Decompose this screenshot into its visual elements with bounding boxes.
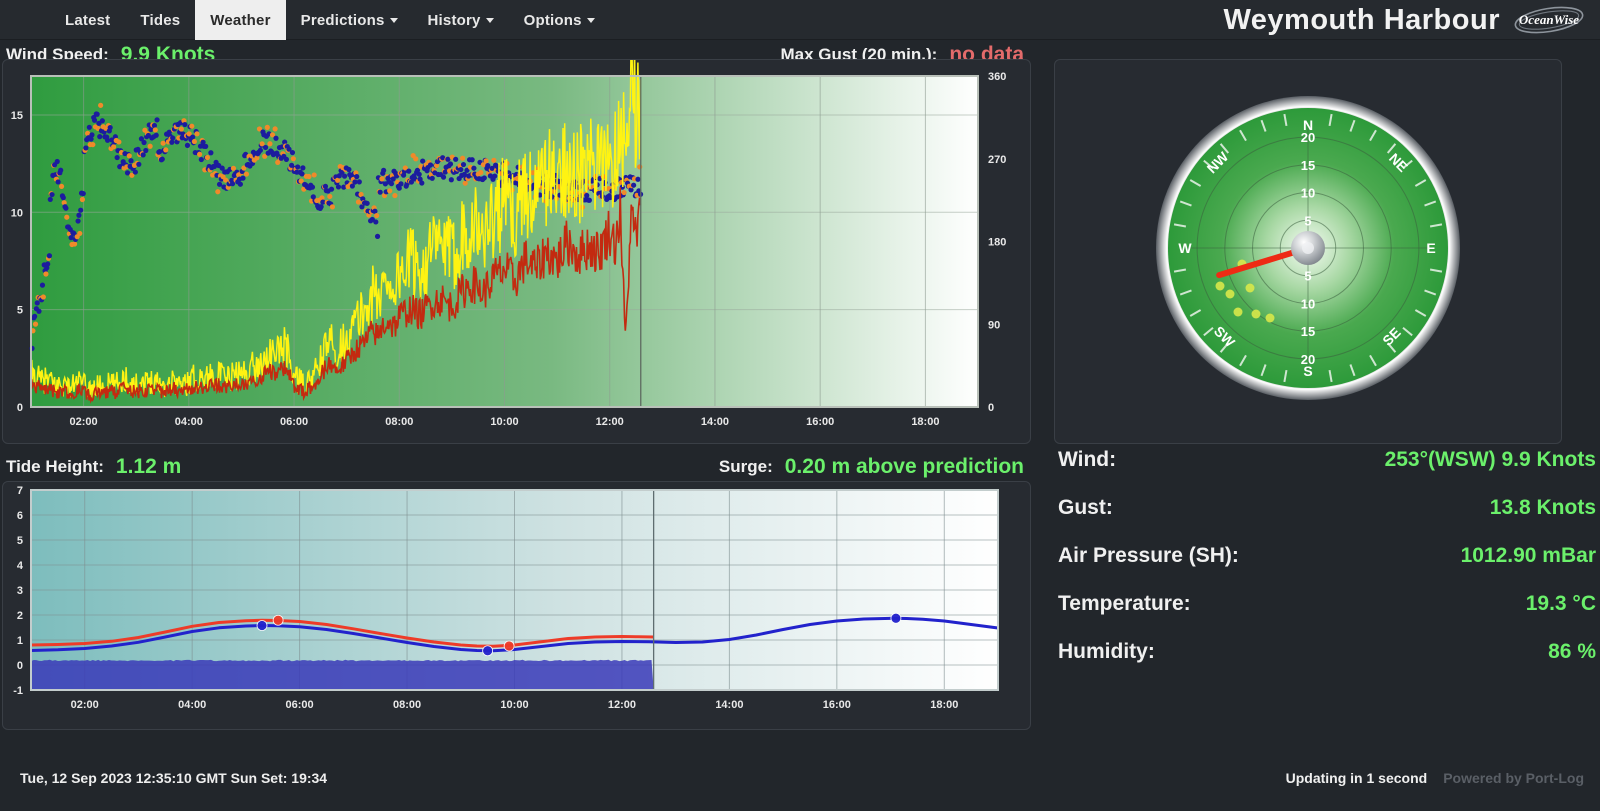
- nav-item-predictions[interactable]: Predictions: [286, 0, 413, 40]
- readout-label: Humidity:: [1058, 640, 1155, 664]
- svg-text:14:00: 14:00: [701, 416, 729, 428]
- readout-value: 253°(WSW) 9.9 Knots: [1385, 448, 1596, 472]
- svg-text:0: 0: [988, 402, 994, 414]
- svg-text:15: 15: [11, 110, 23, 122]
- svg-text:360: 360: [988, 71, 1006, 83]
- svg-text:15: 15: [1301, 324, 1315, 339]
- svg-text:02:00: 02:00: [70, 416, 98, 428]
- svg-text:16:00: 16:00: [823, 699, 851, 711]
- readout-row-wind: Wind: 253°(WSW) 9.9 Knots: [1054, 448, 1600, 496]
- svg-text:18:00: 18:00: [930, 699, 958, 711]
- readout-row-gust: Gust: 13.8 Knots: [1054, 496, 1600, 544]
- nav-item-weather[interactable]: Weather: [195, 0, 285, 40]
- weather-readout-list: Wind: 253°(WSW) 9.9 Knots Gust: 13.8 Kno…: [1054, 448, 1600, 688]
- surge-label: Surge:: [719, 457, 773, 477]
- nav-item-label: History: [428, 12, 481, 29]
- svg-text:04:00: 04:00: [178, 699, 206, 711]
- nav-item-history[interactable]: History: [413, 0, 509, 40]
- svg-text:10: 10: [11, 207, 23, 219]
- readout-row-temperature: Temperature: 19.3 °C: [1054, 592, 1600, 640]
- surge-group: Surge: 0.20 m above prediction: [719, 450, 1024, 483]
- svg-text:10: 10: [1301, 296, 1315, 311]
- svg-text:5: 5: [17, 535, 23, 547]
- svg-text:18:00: 18:00: [911, 416, 939, 428]
- svg-text:5: 5: [17, 305, 23, 317]
- svg-text:2: 2: [17, 610, 23, 622]
- svg-text:08:00: 08:00: [393, 699, 421, 711]
- footer-datetime: Tue, 12 Sep 2023 12:35:10 GMT Sun Set: 1…: [20, 770, 327, 786]
- nav-item-latest[interactable]: Latest: [50, 0, 125, 40]
- svg-text:90: 90: [988, 319, 1000, 331]
- tide-height-header: Tide Height: 1.12 m Surge: 0.20 m above …: [0, 450, 1030, 483]
- footer-powered-by: Powered by Port-Log: [1443, 770, 1584, 786]
- svg-text:10: 10: [1301, 186, 1315, 201]
- readout-value: 1012.90 mBar: [1461, 544, 1596, 568]
- svg-text:E: E: [1426, 240, 1435, 256]
- readout-label: Temperature:: [1058, 592, 1191, 616]
- footer-right: Updating in 1 second Powered by Port-Log: [1286, 770, 1584, 786]
- nav-item-options[interactable]: Options: [509, 0, 610, 40]
- svg-text:180: 180: [988, 237, 1006, 249]
- tide-height-label: Tide Height:: [6, 457, 104, 477]
- compass-dial[interactable]: 55101015152020NNEESESSWWNW: [1055, 60, 1561, 443]
- svg-text:02:00: 02:00: [71, 699, 99, 711]
- nav-item-label: Predictions: [301, 12, 385, 29]
- nav-item-label: Tides: [140, 12, 180, 29]
- nav-item-tides[interactable]: Tides: [125, 0, 195, 40]
- readout-value: 13.8 Knots: [1490, 496, 1596, 520]
- nav-item-label: Options: [524, 12, 582, 29]
- tide-chart[interactable]: -1 0 1 2 3 4 5 6 7 02:00 04:00 06:00 08:00 10:00 12:00…: [3, 482, 1030, 729]
- footer: Tue, 12 Sep 2023 12:35:10 GMT Sun Set: 1…: [0, 762, 1600, 802]
- svg-text:0: 0: [17, 402, 23, 414]
- svg-text:3: 3: [17, 585, 23, 597]
- chevron-down-icon: [390, 18, 398, 23]
- chevron-down-icon: [486, 18, 494, 23]
- svg-text:0: 0: [17, 660, 23, 672]
- svg-text:5: 5: [1304, 213, 1311, 228]
- svg-text:08:00: 08:00: [385, 416, 413, 428]
- wind-rose-panel: 55101015152020NNEESESSWWNW: [1054, 59, 1562, 444]
- svg-text:OceanWise: OceanWise: [1519, 12, 1579, 27]
- svg-text:6: 6: [17, 510, 23, 522]
- chevron-down-icon: [587, 18, 595, 23]
- readout-row-humidity: Humidity: 86 %: [1054, 640, 1600, 688]
- svg-text:04:00: 04:00: [175, 416, 203, 428]
- svg-text:-1: -1: [13, 685, 23, 697]
- readout-value: 19.3 °C: [1526, 592, 1596, 616]
- navbar: Latest Tides Weather Predictions History…: [0, 0, 1600, 40]
- readout-row-air-pressure: Air Pressure (SH): 1012.90 mBar: [1054, 544, 1600, 592]
- svg-text:10:00: 10:00: [490, 416, 518, 428]
- tide-height-value: 1.12 m: [116, 455, 181, 479]
- svg-text:14:00: 14:00: [715, 699, 743, 711]
- tide-chart-panel: -1 0 1 2 3 4 5 6 7 02:00 04:00 06:00 08:00 10:00 12:00…: [2, 481, 1031, 730]
- wind-chart[interactable]: 0 5 10 15 0 90 180 270 360 02:00 04:00 06:00 08:00 10…: [3, 60, 1030, 443]
- svg-text:06:00: 06:00: [286, 699, 314, 711]
- footer-update-status: Updating in 1 second: [1286, 770, 1428, 786]
- svg-text:10:00: 10:00: [500, 699, 528, 711]
- page-title: Weymouth Harbour: [1223, 4, 1500, 37]
- svg-text:12:00: 12:00: [608, 699, 636, 711]
- svg-text:N: N: [1303, 117, 1313, 133]
- svg-text:16:00: 16:00: [806, 416, 834, 428]
- wind-chart-panel: 0 5 10 15 0 90 180 270 360 02:00 04:00 06:00 08:00 10…: [2, 59, 1031, 444]
- brand: Weymouth Harbour OceanWise: [1223, 0, 1586, 40]
- nav-item-label: Latest: [65, 12, 110, 29]
- svg-text:1: 1: [17, 635, 23, 647]
- svg-text:S: S: [1303, 363, 1312, 379]
- readout-label: Gust:: [1058, 496, 1113, 520]
- svg-text:5: 5: [1304, 269, 1311, 284]
- svg-text:270: 270: [988, 154, 1006, 166]
- surge-value: 0.20 m above prediction: [785, 455, 1024, 479]
- oceanwise-logo-icon: OceanWise: [1512, 3, 1586, 37]
- readout-label: Wind:: [1058, 448, 1116, 472]
- svg-text:15: 15: [1301, 158, 1315, 173]
- svg-text:4: 4: [17, 560, 24, 572]
- svg-text:W: W: [1178, 240, 1192, 256]
- nav-item-label: Weather: [210, 12, 270, 29]
- svg-text:7: 7: [17, 485, 23, 497]
- svg-text:12:00: 12:00: [596, 416, 624, 428]
- readout-label: Air Pressure (SH):: [1058, 544, 1239, 568]
- svg-text:06:00: 06:00: [280, 416, 308, 428]
- readout-value: 86 %: [1548, 640, 1596, 664]
